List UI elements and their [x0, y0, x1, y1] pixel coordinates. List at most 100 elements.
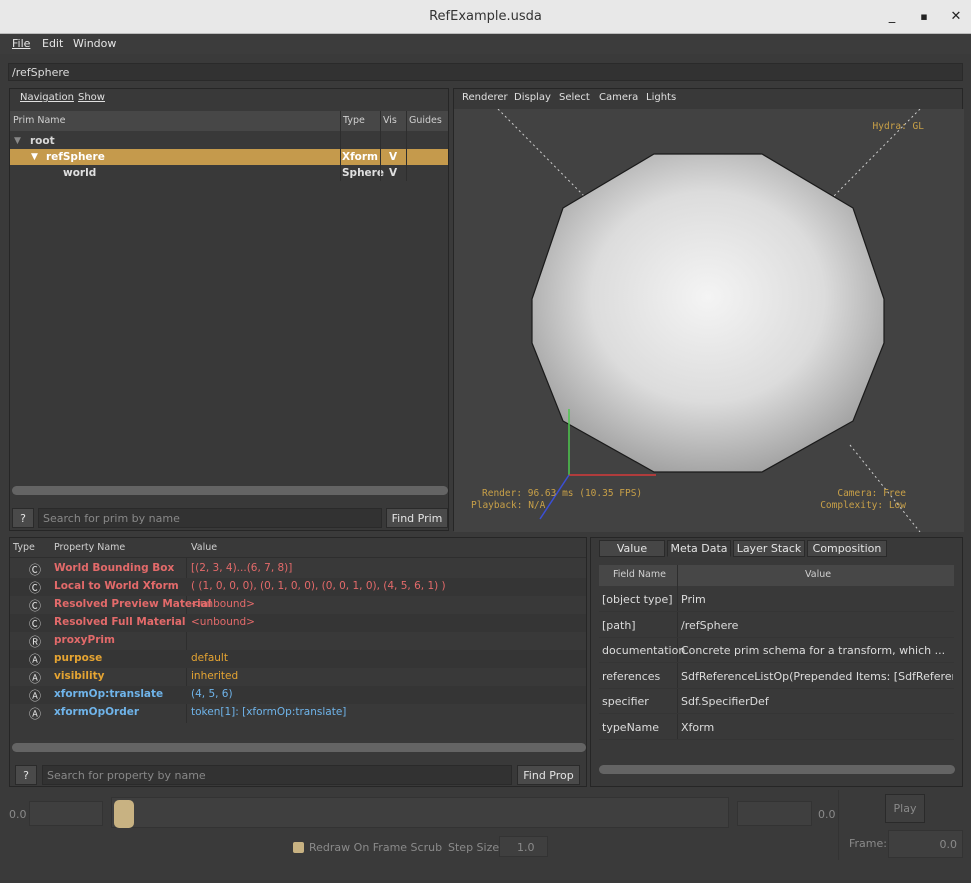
play-button[interactable]: Play — [885, 794, 925, 823]
minimize-icon[interactable]: _ — [884, 9, 900, 25]
column-field-name[interactable]: Field Name — [613, 569, 666, 580]
tab-layer-stack[interactable]: Layer Stack — [733, 540, 805, 557]
menu-show[interactable]: Show — [78, 92, 105, 103]
frame-value: 0.0 — [939, 838, 958, 851]
column-guides[interactable]: Guides — [409, 115, 442, 126]
menu-lights[interactable]: Lights — [646, 92, 676, 103]
prim-path-field[interactable]: /refSphere — [8, 63, 963, 81]
end-frame-field[interactable] — [737, 801, 812, 826]
property-type-icon: Ⓒ — [29, 617, 42, 631]
find-prop-button[interactable]: Find Prop — [517, 765, 580, 785]
property-row[interactable]: Ⓐvisibility inherited — [10, 668, 586, 686]
property-value: default — [191, 652, 228, 664]
menu-edit[interactable]: Edit — [42, 37, 63, 50]
column-type[interactable]: Type — [343, 115, 365, 126]
viewport-menu-bar: Renderer Display Select Camera Lights — [454, 89, 962, 109]
camera-hud: Camera: Free — [837, 488, 906, 499]
meta-row[interactable]: references SdfReferenceListOp(Prepended I… — [599, 664, 954, 689]
expand-arrow-icon[interactable]: ▼ — [14, 136, 21, 146]
find-prim-button[interactable]: Find Prim — [386, 508, 448, 528]
properties-horizontal-scrollbar[interactable] — [12, 743, 586, 752]
property-name: xformOp:translate — [54, 688, 164, 700]
meta-field-value: Concrete prim schema for a transform, wh… — [681, 644, 946, 657]
meta-row[interactable]: documentation Concrete prim schema for a … — [599, 638, 954, 663]
property-type-icon: Ⓐ — [29, 671, 42, 685]
menu-camera[interactable]: Camera — [599, 92, 638, 103]
attribute-inspector-panel: Value Meta Data Layer Stack Composition … — [590, 537, 963, 787]
complexity-hud: Complexity: Low — [820, 500, 906, 511]
meta-row[interactable]: typeName Xform — [599, 715, 954, 740]
property-value: inherited — [191, 670, 239, 682]
prim-name: root — [30, 135, 55, 147]
frame-slider-track[interactable] — [111, 797, 729, 828]
tab-meta-data[interactable]: Meta Data — [667, 540, 731, 557]
expand-arrow-icon[interactable]: ▼ — [31, 152, 38, 162]
column-divider — [380, 111, 381, 181]
prim-search-input[interactable]: Search for prim by name — [38, 508, 382, 528]
meta-row[interactable]: [path] /refSphere — [599, 613, 954, 638]
tree-header: Prim Name Type Vis Guides — [10, 111, 448, 131]
property-row[interactable]: Ⓒ Resolved Preview Material <unbound> — [10, 596, 586, 614]
meta-field-value: Sdf.SpecifierDef — [681, 695, 769, 708]
prim-name: world — [63, 167, 97, 179]
property-type-icon: Ⓐ — [29, 653, 42, 667]
start-frame-label: 0.0 — [9, 808, 27, 821]
tree-row-root[interactable]: ▼ root — [10, 133, 448, 149]
frame-label: Frame: — [849, 837, 887, 850]
prim-vis[interactable]: V — [389, 167, 397, 179]
tree-horizontal-scrollbar[interactable] — [12, 486, 448, 495]
prim-help-button[interactable]: ? — [12, 508, 34, 528]
tree-row-world[interactable]: world Sphere V — [10, 165, 448, 181]
tree-menu-bar: Navigation Show — [10, 89, 448, 109]
property-row[interactable]: Ⓐpurpose default — [10, 650, 586, 668]
column-value[interactable]: Value — [191, 542, 217, 553]
tree-row-refsphere[interactable]: ▼ refSphere Xform V — [10, 149, 448, 165]
redraw-checkbox[interactable] — [293, 842, 304, 853]
property-help-button[interactable]: ? — [15, 765, 37, 785]
menu-file[interactable]: File — [12, 37, 30, 50]
meta-row[interactable]: [object type] Prim — [599, 587, 954, 612]
frame-slider-handle[interactable] — [114, 800, 134, 828]
property-row[interactable]: ⒶxformOpOrder token[1]: [xformOp:translat… — [10, 704, 586, 722]
meta-field-value: /refSphere — [681, 618, 739, 632]
property-search-input[interactable]: Search for property by name — [42, 765, 512, 785]
start-frame-field[interactable] — [29, 801, 103, 826]
timeline-bar: 0.0 0.0 Play Redraw On Frame Scrub Step … — [0, 790, 971, 883]
meta-horizontal-scrollbar[interactable] — [599, 765, 955, 774]
property-name: proxyPrim — [54, 634, 115, 646]
property-row[interactable]: Ⓒ Resolved Full Material <unbound> — [10, 614, 586, 632]
column-prim-name[interactable]: Prim Name — [13, 115, 65, 126]
property-row[interactable]: Ⓒ Local to World Xform ( (1, 0, 0, 0), (0,… — [10, 578, 586, 596]
camera-guide-line — [497, 109, 590, 202]
property-name: xformOpOrder — [54, 706, 140, 718]
step-size-field[interactable]: 1.0 — [499, 836, 548, 857]
property-row[interactable]: ⓇproxyPrim — [10, 632, 586, 650]
menu-display[interactable]: Display — [514, 92, 551, 103]
menu-window[interactable]: Window — [73, 37, 116, 50]
viewport-canvas[interactable]: Hydra: GL Render: 96.63 ms (10.35 FPS) P… — [454, 109, 964, 532]
column-property-name[interactable]: Property Name — [54, 542, 125, 553]
window-titlebar: RefExample.usda _ ▪ ✕ — [0, 0, 971, 34]
step-size-label: Step Size — [448, 841, 500, 854]
property-row[interactable]: Ⓒ World Bounding Box [(2, 3, 4)...(6, 7, 8… — [10, 560, 586, 578]
maximize-icon[interactable]: ▪ — [916, 9, 932, 25]
tab-value[interactable]: Value — [599, 540, 665, 557]
column-vis[interactable]: Vis — [383, 115, 397, 126]
column-type[interactable]: Type — [13, 542, 35, 553]
property-type-icon: Ⓒ — [29, 599, 42, 613]
playback-hud: Playback: N/A — [471, 500, 546, 511]
column-value[interactable]: Value — [805, 569, 831, 580]
prim-vis[interactable]: V — [389, 151, 397, 163]
menu-select[interactable]: Select — [559, 92, 590, 103]
meta-row[interactable]: specifier Sdf.SpecifierDef — [599, 689, 954, 714]
property-name: purpose — [54, 652, 103, 664]
menu-renderer[interactable]: Renderer — [462, 92, 508, 103]
column-divider — [406, 111, 407, 181]
tab-composition[interactable]: Composition — [807, 540, 887, 557]
close-icon[interactable]: ✕ — [948, 9, 964, 25]
meta-field-name: [object type] — [602, 593, 673, 606]
property-row[interactable]: ⒶxformOp:translate (4, 5, 6) — [10, 686, 586, 704]
menu-navigation[interactable]: Navigation — [20, 92, 74, 103]
frame-field[interactable]: 0.0 — [888, 830, 963, 858]
meta-field-name: documentation — [602, 644, 686, 657]
